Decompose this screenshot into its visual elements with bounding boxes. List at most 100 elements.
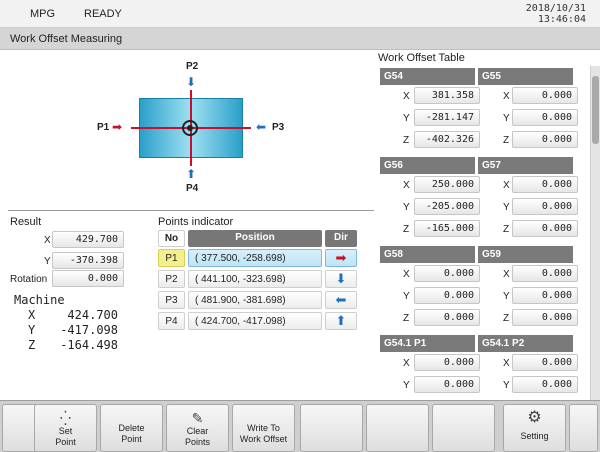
setting-label: Setting (520, 431, 549, 441)
offset-axis-label: Y (403, 113, 410, 124)
machine-axis-label: Y (28, 323, 36, 337)
status-time: 13:46:04 (537, 14, 586, 25)
set-point-label: Set Point (55, 426, 76, 447)
offset-axis-label: X (503, 91, 510, 102)
offset-axis-label: Z (403, 135, 410, 146)
offset-block-header: G54.1 P1 (380, 335, 475, 352)
g59-z-field[interactable]: 0.000 (512, 309, 578, 326)
g54-1-p2-x-field[interactable]: 0.000 (512, 354, 578, 371)
probe-target-icon (182, 120, 198, 136)
setting-button[interactable]: ⚙ Setting (503, 404, 566, 452)
softkey-empty-6[interactable] (366, 404, 429, 452)
offset-axis-label: X (403, 358, 410, 369)
offset-axis-label: Y (403, 202, 410, 213)
offset-axis-label: X (503, 180, 510, 191)
point-row-p1-position[interactable]: ( 377.500, -258.698) (188, 249, 322, 267)
arrow-up-icon[interactable]: ⬆ (325, 312, 357, 330)
arrow-up-icon: ⬆ (186, 167, 197, 181)
g57-z-field[interactable]: 0.000 (512, 220, 578, 237)
column-header-dir: Dir (325, 230, 357, 247)
offset-block-header: G55 (478, 68, 573, 85)
gear-icon: ⚙ (527, 409, 542, 426)
offset-axis-label: X (403, 91, 410, 102)
softkey-bar: ⁛ Set Point Delete Point ✎ Clear Points Wri… (0, 400, 600, 452)
column-header-position: Position (188, 230, 322, 247)
offset-axis-label: X (403, 180, 410, 191)
rotation-value: 0.000 (52, 270, 124, 287)
g54-y-field[interactable]: -281.147 (414, 109, 480, 126)
g58-x-field[interactable]: 0.000 (414, 265, 480, 282)
clear-points-button[interactable]: ✎ Clear Points (166, 404, 229, 452)
offset-block-header: G58 (380, 246, 475, 263)
clear-points-label: Clear Points (184, 426, 210, 447)
arrow-left-icon[interactable]: ⬅ (325, 291, 357, 309)
write-to-work-offset-button[interactable]: Write To Work Offset (232, 404, 295, 452)
g55-y-field[interactable]: 0.000 (512, 109, 578, 126)
offset-axis-label: Z (503, 313, 510, 324)
arrow-down-icon[interactable]: ⬇ (325, 270, 357, 288)
machine-y-value: -417.098 (60, 323, 118, 337)
status-date: 2018/10/31 (525, 3, 586, 14)
g59-x-field[interactable]: 0.000 (512, 265, 578, 282)
g54-x-field[interactable]: 381.358 (414, 87, 480, 104)
g54-1-p1-x-field[interactable]: 0.000 (414, 354, 480, 371)
diagram-label-p3: P3 (272, 122, 285, 133)
section-divider (8, 210, 374, 211)
machine-x-value: 424.700 (67, 308, 118, 322)
offset-axis-label: Y (403, 380, 410, 391)
g56-y-field[interactable]: -205.000 (414, 198, 480, 215)
offset-block-header: G59 (478, 246, 573, 263)
g54-1-p2-y-field[interactable]: 0.000 (512, 376, 578, 393)
points-indicator-title: Points indicator (158, 216, 234, 228)
mode-indicator: MPG (30, 8, 56, 20)
point-row-p2-no[interactable]: P2 (158, 270, 185, 288)
offset-axis-label: X (403, 269, 410, 280)
softkey-empty-5[interactable] (300, 404, 363, 452)
offset-axis-label: Y (503, 291, 510, 302)
offset-axis-label: Y (403, 291, 410, 302)
machine-title: Machine (14, 293, 65, 307)
g59-y-field[interactable]: 0.000 (512, 287, 578, 304)
column-header-no: No (158, 230, 185, 247)
point-row-p4-no[interactable]: P4 (158, 312, 185, 330)
g55-x-field[interactable]: 0.000 (512, 87, 578, 104)
delete-point-button[interactable]: Delete Point (100, 404, 163, 452)
scrollbar-thumb[interactable] (592, 76, 599, 144)
point-row-p3-position[interactable]: ( 481.900, -381.698) (188, 291, 322, 309)
arrow-right-icon: ➡ (112, 120, 123, 134)
offset-block-header: G56 (380, 157, 475, 174)
softkey-empty-7[interactable] (432, 404, 495, 452)
title-bar: Work Offset Measuring (0, 28, 600, 50)
arrow-down-icon: ⬇ (186, 75, 197, 89)
diagram-label-p4: P4 (186, 183, 199, 194)
arrow-right-icon[interactable]: ➡ (325, 249, 357, 267)
g54-z-field[interactable]: -402.326 (414, 131, 480, 148)
write-offset-label: Write To Work Offset (239, 423, 288, 444)
g57-y-field[interactable]: 0.000 (512, 198, 578, 215)
result-x-value: 429.700 (52, 231, 124, 248)
g56-z-field[interactable]: -165.000 (414, 220, 480, 237)
offset-table-scrollbar[interactable] (590, 66, 600, 400)
point-row-p2-position[interactable]: ( 441.100, -323.698) (188, 270, 322, 288)
set-point-button[interactable]: ⁛ Set Point (34, 404, 97, 452)
offset-axis-label: Y (503, 113, 510, 124)
g58-z-field[interactable]: 0.000 (414, 309, 480, 326)
state-indicator: READY (84, 8, 122, 20)
work-offset-table-title: Work Offset Table (378, 52, 465, 64)
eraser-icon: ✎ (191, 410, 204, 426)
g54-1-p1-y-field[interactable]: 0.000 (414, 376, 480, 393)
g55-z-field[interactable]: 0.000 (512, 131, 578, 148)
g57-x-field[interactable]: 0.000 (512, 176, 578, 193)
softkey-blank-right[interactable] (569, 404, 598, 452)
offset-axis-label: X (503, 269, 510, 280)
g58-y-field[interactable]: 0.000 (414, 287, 480, 304)
point-row-p4-position[interactable]: ( 424.700, -417.098) (188, 312, 322, 330)
offset-axis-label: Z (403, 313, 410, 324)
offset-axis-label: Z (503, 224, 510, 235)
rotation-label: Rotation (10, 274, 48, 285)
point-row-p1-no[interactable]: P1 (158, 249, 185, 267)
g56-x-field[interactable]: 250.000 (414, 176, 480, 193)
point-row-p3-no[interactable]: P3 (158, 291, 185, 309)
offset-axis-label: Z (503, 135, 510, 146)
result-x-label: X (44, 235, 51, 246)
